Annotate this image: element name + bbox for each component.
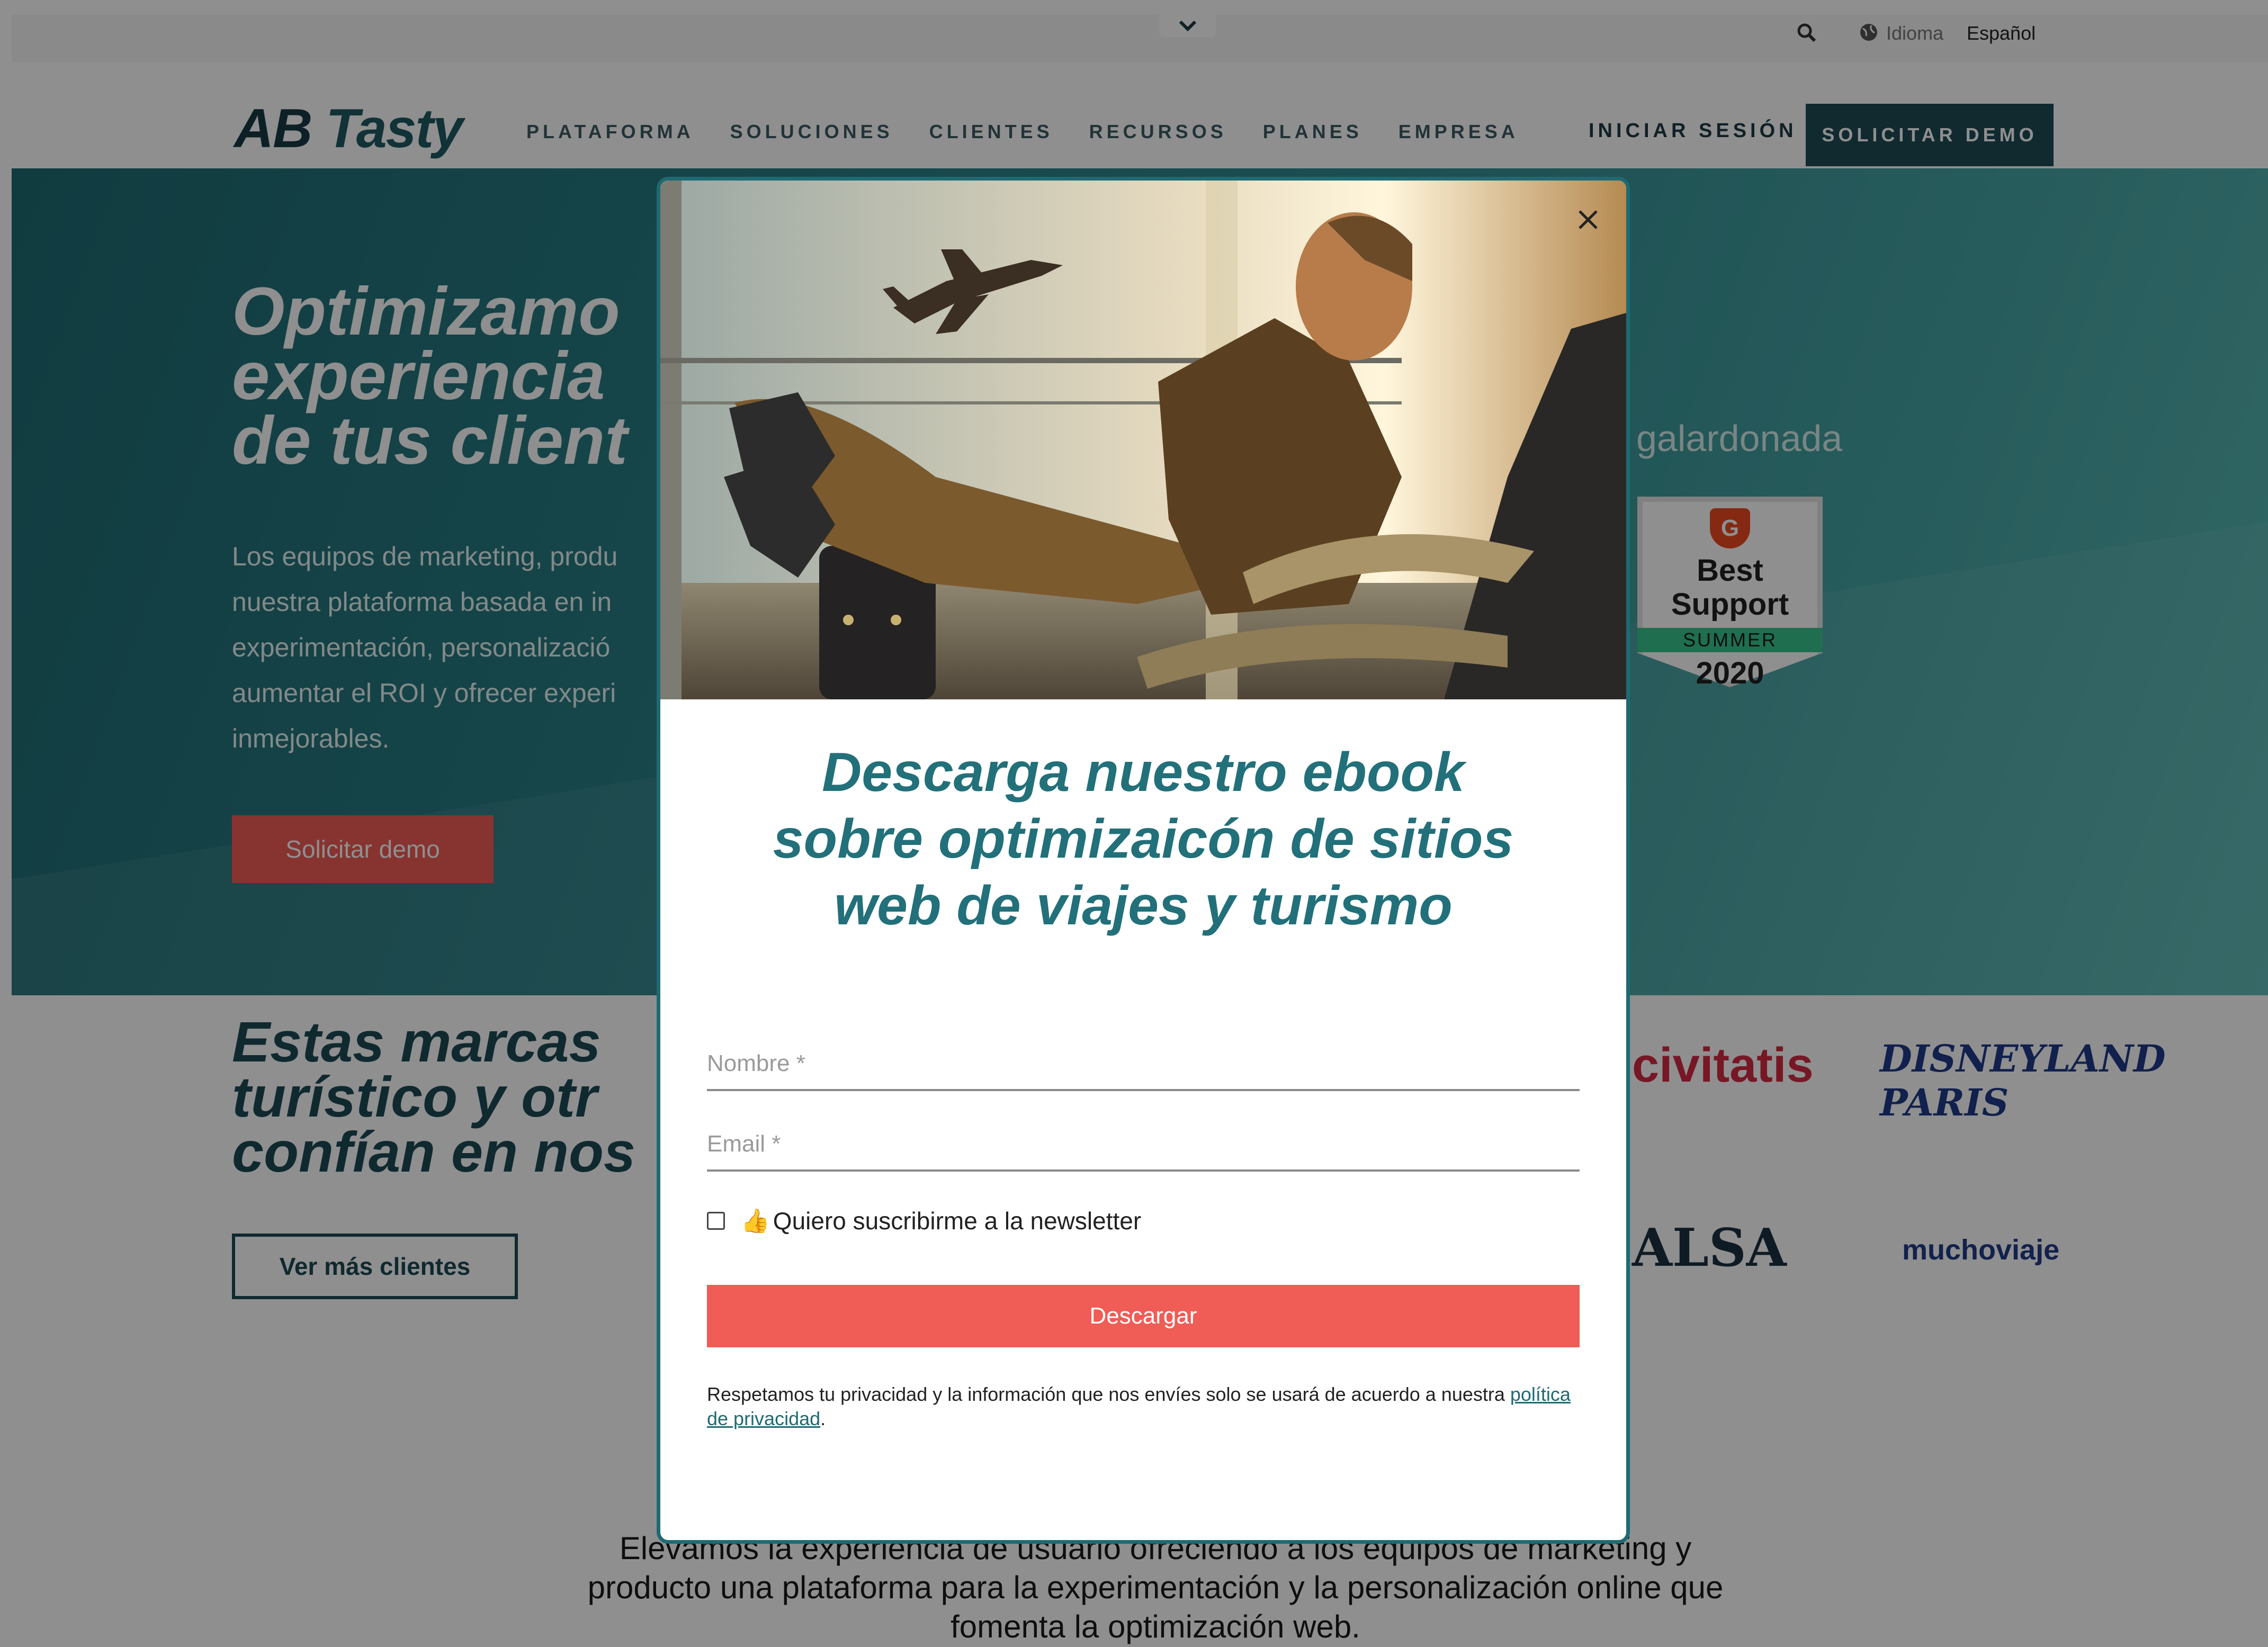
close-icon[interactable] xyxy=(1572,204,1604,236)
newsletter-checkbox[interactable] xyxy=(707,1212,725,1230)
newsletter-row: 👍 Quiero suscribirme a la newsletter xyxy=(707,1207,1141,1235)
modal-title: Descarga nuestro ebook sobre optimizaicó… xyxy=(773,742,1514,937)
ebook-modal: Descarga nuestro ebook sobre optimizaicó… xyxy=(657,177,1630,1544)
email-field[interactable] xyxy=(707,1119,1580,1172)
name-field[interactable] xyxy=(707,1038,1580,1091)
newsletter-label: Quiero suscribirme a la newsletter xyxy=(773,1207,1142,1235)
privacy-notice: Respetamos tu privacidad y la informació… xyxy=(707,1382,1580,1431)
privacy-text: Respetamos tu privacidad y la informació… xyxy=(707,1383,1505,1405)
download-button[interactable]: Descargar xyxy=(707,1285,1580,1347)
thumbs-up-icon: 👍 xyxy=(741,1208,770,1234)
privacy-end: . xyxy=(820,1408,826,1429)
airport-photo xyxy=(660,181,1626,699)
